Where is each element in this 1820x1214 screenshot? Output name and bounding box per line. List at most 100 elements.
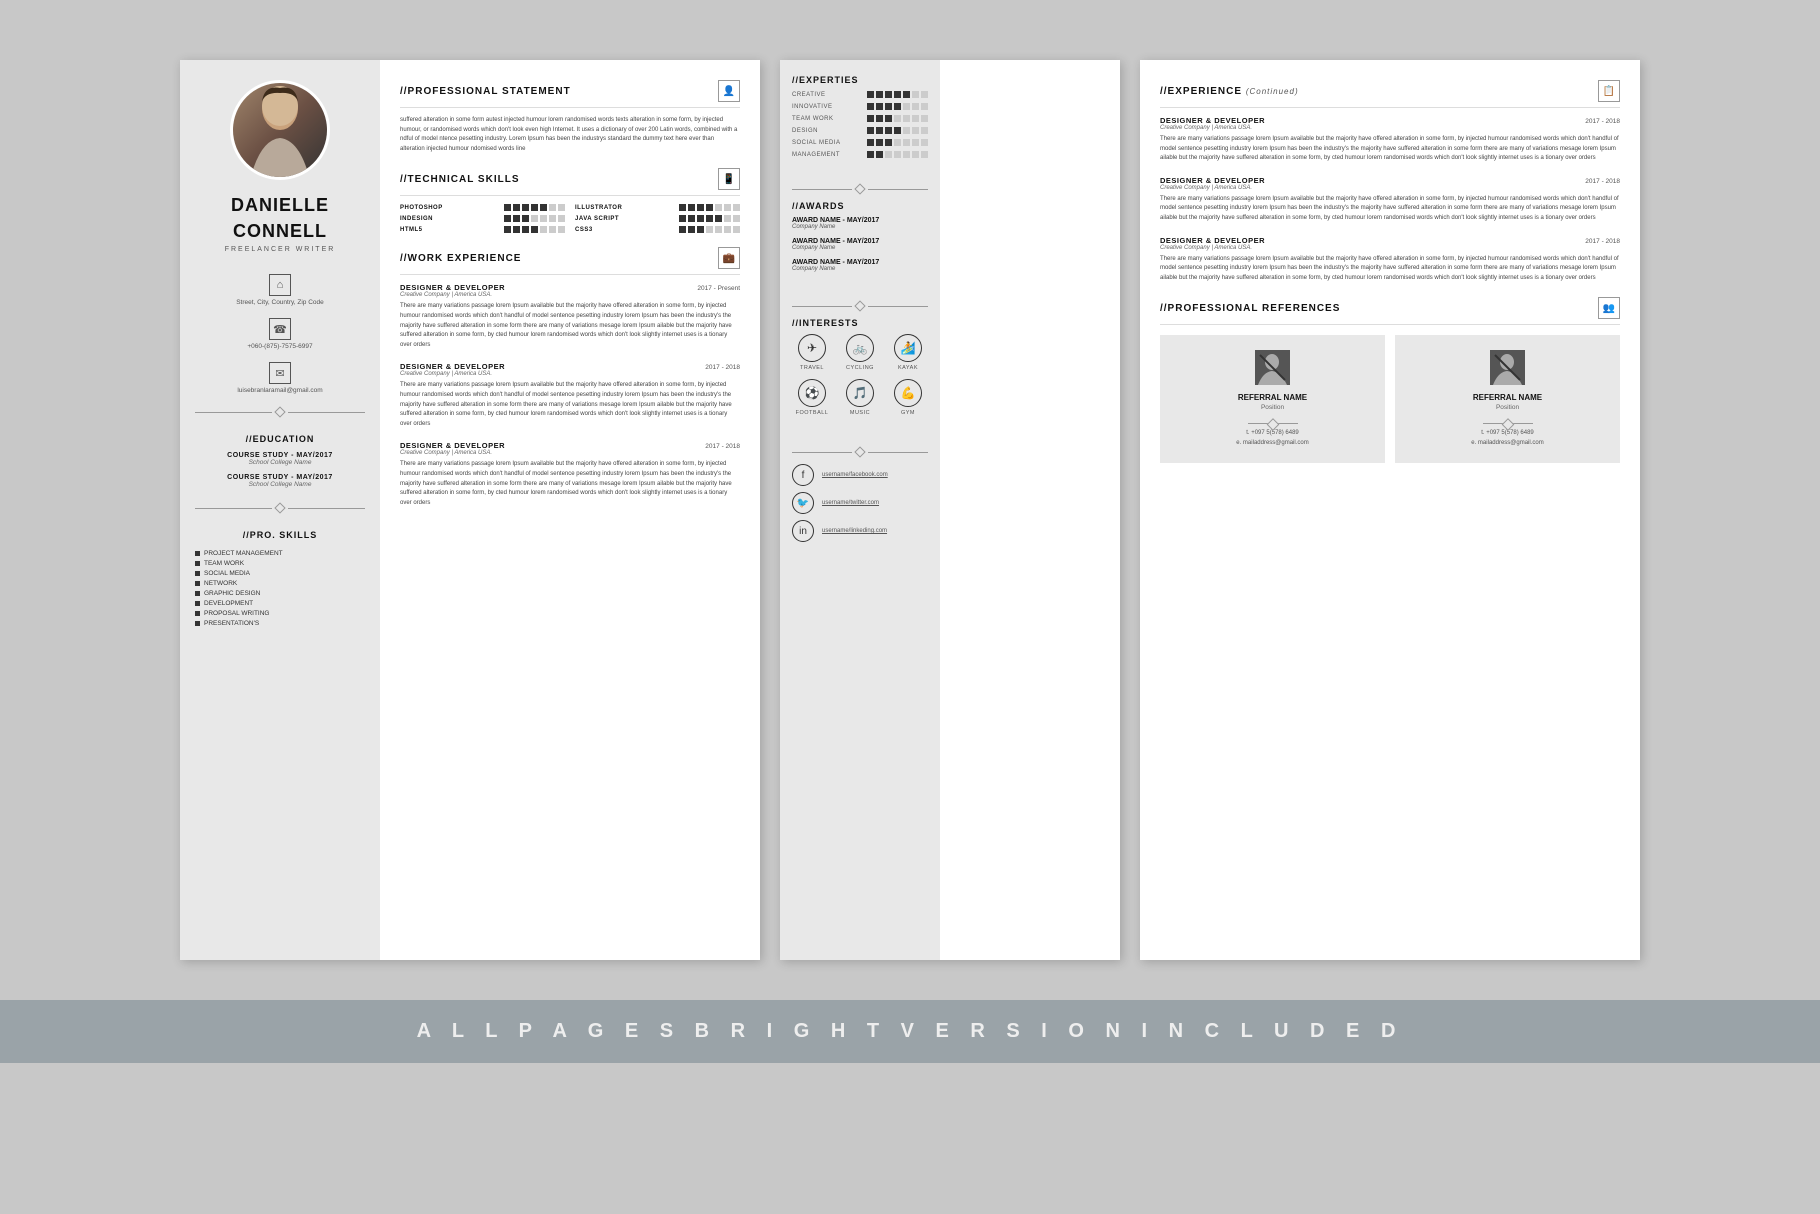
page2-sidebar: //EXPERTIES CREATIVE INNOVATIVE TEAM WORK D… (780, 60, 940, 960)
work-experience-section: //WORK EXPERIENCE 💼 DESIGNER & DEVELOPER… (400, 247, 740, 508)
expertise-row: DESIGN (792, 127, 928, 134)
exp-body: There are many variations passage lorem … (400, 381, 740, 429)
skill-item: PRESENTATION'S (195, 618, 365, 628)
exp-title: DESIGNER & DEVELOPER (400, 362, 505, 371)
expertise-dots (867, 151, 928, 158)
interests-title: //INTERESTS (792, 318, 928, 328)
education-section-title: //EDUCATION (246, 434, 315, 444)
experties-title: //EXPERTIES (792, 75, 928, 85)
ref-name: REFERRAL NAME (1473, 393, 1542, 402)
expertise-dots (867, 103, 928, 110)
interest-item: ⚽ FOOTBALL (792, 379, 832, 416)
expertise-dots (867, 139, 928, 146)
pro-skills-title: //PRO. SKILLS (243, 530, 318, 540)
interest-label: CYCLING (846, 365, 874, 371)
divider5 (792, 448, 928, 456)
expertise-row: TEAM WORK (792, 115, 928, 122)
home-icon: ⌂ (269, 274, 291, 296)
skills-grid: PHOTOSHOPILLUSTRATORINDESIGNJAVA SCRIPTH… (400, 204, 740, 233)
skill-name: JAVA SCRIPT (575, 216, 630, 222)
exp-title: DESIGNER & DEVELOPER (1160, 236, 1265, 245)
person-title: FREELANCER WRITER (225, 246, 336, 253)
skill-name: INDESIGN (400, 216, 455, 222)
award-name: AWARD NAME - MAY/2017 (792, 259, 928, 266)
expertise-label: INNOVATIVE (792, 104, 832, 110)
exp-title: DESIGNER & DEVELOPER (400, 283, 505, 292)
award-item: AWARD NAME - MAY/2017 Company Name (792, 238, 928, 251)
exp-company: Creative Company | America USA. (1160, 245, 1620, 251)
exp-title: DESIGNER & DEVELOPER (400, 441, 505, 450)
skill-row: ILLUSTRATOR (575, 204, 740, 211)
interest-icon: 💪 (894, 379, 922, 407)
exp-company: Creative Company | America USA. (400, 292, 740, 298)
email-text: luisebranlaramail@gmail.com (237, 387, 322, 394)
expertise-row: CREATIVE (792, 91, 928, 98)
exp-cont-icon: 📋 (1598, 80, 1620, 102)
award-company: Company Name (792, 266, 928, 272)
expertise-row: MANAGEMENT (792, 151, 928, 158)
interest-label: KAYAK (898, 365, 918, 371)
tech-skills-header: //TECHNICAL SKILLS 📱 (400, 168, 740, 196)
ref-divider (1483, 423, 1533, 424)
skill-item: GRAPHIC DESIGN (195, 588, 365, 598)
expertise-row: INNOVATIVE (792, 103, 928, 110)
exp-header: DESIGNER & DEVELOPER 2017 - 2018 (400, 362, 740, 371)
work-exp-header: //WORK EXPERIENCE 💼 (400, 247, 740, 275)
experties-items: CREATIVE INNOVATIVE TEAM WORK DESIGN SOCIAL … (792, 91, 928, 158)
exp-title: DESIGNER & DEVELOPER (1160, 116, 1265, 125)
ref-position: Position (1261, 404, 1284, 411)
ref-photo (1490, 350, 1525, 385)
facebook-icon: f (792, 464, 814, 486)
awards-section: //AWARDS AWARD NAME - MAY/2017 Company N… (792, 201, 928, 280)
work-exp-title: //WORK EXPERIENCE (400, 253, 521, 264)
expertise-label: SOCIAL MEDIA (792, 140, 840, 146)
linkedin-icon: in (792, 520, 814, 542)
divider1 (195, 408, 365, 416)
continued-label: (Continued) (1246, 87, 1299, 96)
refs-header: //PROFESSIONAL REFERENCES 👥 (1160, 297, 1620, 325)
interest-icon: 🚲 (846, 334, 874, 362)
divider3 (792, 185, 928, 193)
phone-text: +060-(875)-7575-6997 (247, 343, 312, 350)
exp-date: 2017 - 2018 (1585, 178, 1620, 185)
interests-grid: ✈ TRAVEL 🚲 CYCLING 🏄 KAYAK ⚽ FOOTBALL 🎵 … (792, 334, 928, 416)
expertise-label: DESIGN (792, 128, 818, 134)
award-item: AWARD NAME - MAY/2017 Company Name (792, 259, 928, 272)
exp-header: DESIGNER & DEVELOPER 2017 - 2018 (400, 441, 740, 450)
award-name: AWARD NAME - MAY/2017 (792, 217, 928, 224)
experience-item: DESIGNER & DEVELOPER 2017 - 2018 Creativ… (400, 362, 740, 429)
interest-label: MUSIC (850, 410, 870, 416)
expertise-dots (867, 115, 928, 122)
footer-bar: A L L P A G E S B R I G H T V E R S I O … (0, 1000, 1820, 1063)
exp-cont-header: //EXPERIENCE (Continued) 📋 (1160, 80, 1620, 108)
skill-item: PROJECT MANAGEMENT (195, 548, 365, 558)
experties-section: //EXPERTIES CREATIVE INNOVATIVE TEAM WORK D… (792, 75, 928, 163)
refs-icon: 👥 (1598, 297, 1620, 319)
prof-statement-body: suffered alteration in some form autest … (400, 116, 740, 154)
exp-company: Creative Company | America USA. (400, 450, 740, 456)
exp-date: 2017 - 2018 (1585, 238, 1620, 245)
exp-company: Creative Company | America USA. (1160, 125, 1620, 131)
social-item: f username/facebook.com (792, 464, 928, 486)
phone-icon: ☎ (269, 318, 291, 340)
professional-statement-section: //PROFESSIONAL STATEMENT 👤 suffered alte… (400, 80, 740, 154)
skill-item: PROPOSAL WRITING (195, 608, 365, 618)
interest-label: TRAVEL (800, 365, 824, 371)
expertise-dots (867, 127, 928, 134)
social-item: 🐦 username/twitter.com (792, 492, 928, 514)
interest-item: 🎵 MUSIC (840, 379, 880, 416)
award-company: Company Name (792, 245, 928, 251)
skill-item: DEVELOPMENT (195, 598, 365, 608)
expertise-label: MANAGEMENT (792, 152, 840, 158)
skill-dots (679, 226, 740, 233)
page1-main: //PROFESSIONAL STATEMENT 👤 suffered alte… (380, 60, 760, 960)
references-section: //PROFESSIONAL REFERENCES 👥 REFERRAL NAM… (1160, 297, 1620, 463)
person-name-line2: CONNELL (233, 221, 327, 243)
interest-icon: ✈ (798, 334, 826, 362)
refs-title: //PROFESSIONAL REFERENCES (1160, 303, 1340, 314)
prof-statement-title: //PROFESSIONAL STATEMENT (400, 86, 571, 97)
expertise-dots (867, 91, 928, 98)
exp-company: Creative Company | America USA. (400, 371, 740, 377)
exp-company: Creative Company | America USA. (1160, 185, 1620, 191)
interest-icon: 🏄 (894, 334, 922, 362)
